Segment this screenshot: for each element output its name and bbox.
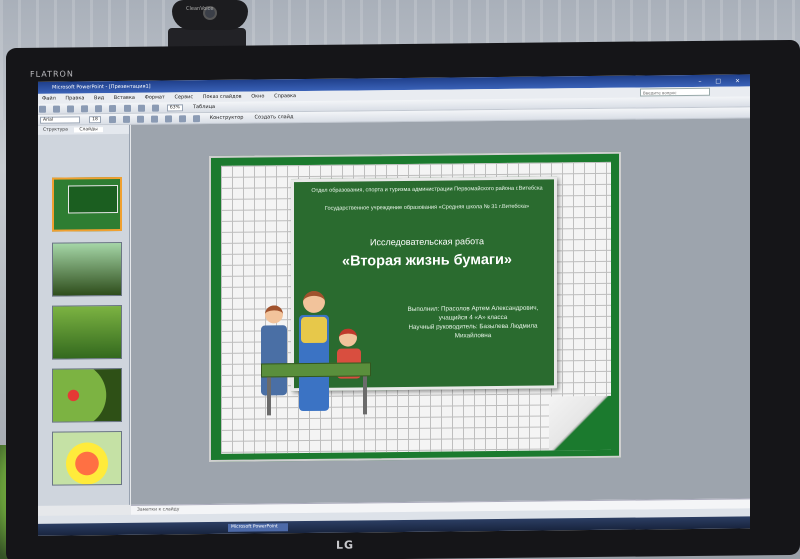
kid-head [265, 305, 283, 324]
menu-file[interactable]: Файл [38, 96, 60, 102]
page-curl [549, 395, 611, 451]
panel-tabs: Структура Слайды [38, 124, 129, 135]
kid-head [303, 290, 325, 314]
design-button[interactable]: Конструктор [207, 113, 247, 124]
author-line-4: Михайловна [454, 332, 492, 340]
window-title: Microsoft PowerPoint - [Презентация1] [52, 83, 151, 91]
monitor: FLATRON LG Microsoft PowerPoint - [Презе… [6, 39, 800, 559]
org-text-1[interactable]: Отдел образования, спорта и туризма адми… [302, 185, 552, 195]
slide-thumbnail-1[interactable]: 1 [52, 176, 122, 232]
photo-scene: CleanVoice FLATRON LG Microsoft PowerPoi… [0, 0, 800, 559]
slide-thumbnail-3[interactable]: 3 [52, 304, 122, 360]
slide-thumbnail-2[interactable]: 2 [52, 241, 122, 297]
paste-icon[interactable] [123, 104, 131, 112]
font-size-select[interactable]: 18 [89, 116, 101, 124]
table-button[interactable]: Таблица [190, 102, 218, 113]
monitor-logo: LG [336, 538, 355, 552]
align-left-icon[interactable] [151, 115, 159, 123]
tab-outline[interactable]: Структура [38, 127, 73, 133]
print-icon[interactable] [81, 105, 89, 113]
kid-vest [301, 316, 327, 344]
desk-leg [363, 376, 367, 415]
webcam: CleanVoice [172, 0, 248, 30]
author-block[interactable]: Выполнил: Прасолов Артем Александрович, … [394, 303, 552, 341]
zoom-select[interactable]: 63% [166, 104, 183, 112]
slide-workspace: Отдел образования, спорта и туризма адми… [131, 118, 750, 505]
copy-icon[interactable] [109, 105, 117, 113]
menu-tools[interactable]: Сервис [170, 94, 197, 100]
redo-icon[interactable] [151, 104, 159, 112]
mini-board [68, 184, 118, 214]
menu-help[interactable]: Справка [270, 93, 300, 99]
underline-icon[interactable] [137, 115, 145, 123]
current-slide[interactable]: Отдел образования, спорта и туризма адми… [209, 151, 621, 463]
org-text-2[interactable]: Государственное учреждение образования «… [302, 203, 552, 213]
align-right-icon[interactable] [179, 115, 187, 123]
slide-title[interactable]: «Вторая жизнь бумаги» [302, 251, 552, 270]
help-search-input[interactable]: Введите вопрос [640, 87, 710, 97]
save-icon[interactable] [67, 105, 75, 113]
new-slide-button[interactable]: Создать слайд [252, 112, 297, 123]
kid-head [339, 328, 357, 347]
children-illustration [251, 284, 391, 445]
menu-insert[interactable]: Вставка [110, 95, 139, 101]
monitor-brand: FLATRON [30, 69, 74, 79]
font-color-icon[interactable] [193, 115, 201, 123]
menu-window[interactable]: Окно [247, 93, 268, 99]
new-file-icon[interactable] [39, 105, 46, 113]
menu-format[interactable]: Формат [141, 94, 169, 100]
desk [261, 362, 371, 378]
slide-thumbnail-4[interactable]: 4 [52, 367, 122, 423]
slides-panel: Структура Слайды 1 2 3 4 5 [38, 124, 130, 506]
menu-view[interactable]: Вид [90, 95, 108, 101]
slide-subtitle[interactable]: Исследовательская работа [302, 235, 552, 248]
menu-slideshow[interactable]: Показ слайдов [199, 94, 246, 100]
slide-thumbnail-5[interactable]: 5 [52, 430, 122, 486]
taskbar-powerpoint[interactable]: Microsoft PowerPoint [228, 523, 288, 532]
undo-icon[interactable] [137, 104, 145, 112]
cut-icon[interactable] [95, 105, 103, 113]
menu-edit[interactable]: Правка [61, 95, 88, 101]
bold-icon[interactable] [108, 116, 116, 124]
font-select[interactable]: Arial [40, 116, 80, 124]
open-file-icon[interactable] [53, 105, 61, 113]
tab-slides[interactable]: Слайды [74, 127, 103, 133]
desk-leg [267, 377, 271, 416]
italic-icon[interactable] [123, 115, 131, 123]
kid-body [261, 325, 287, 396]
screen: Microsoft PowerPoint - [Презентация1] – … [38, 74, 750, 536]
webcam-label: CleanVoice [186, 6, 214, 12]
grid-paper: Отдел образования, спорта и туризма адми… [221, 161, 611, 454]
align-center-icon[interactable] [165, 115, 173, 123]
